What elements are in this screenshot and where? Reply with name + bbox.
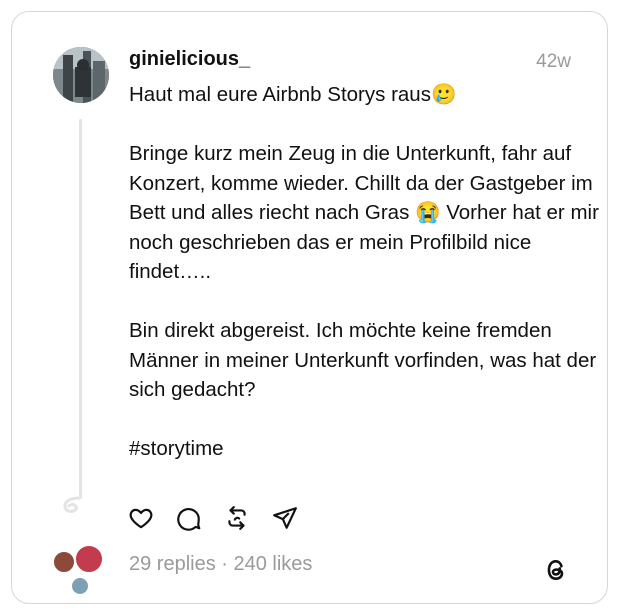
post-card: ginielicious_ 42w Haut mal eure Airbnb S… <box>11 11 608 604</box>
heart-icon[interactable] <box>128 505 154 531</box>
replier-avatar[interactable] <box>74 544 104 574</box>
repost-icon[interactable] <box>224 505 250 531</box>
post-timestamp: 42w <box>536 51 571 72</box>
action-bar <box>128 505 298 531</box>
thread-line <box>79 119 82 499</box>
replier-avatars <box>52 544 112 602</box>
avatar[interactable] <box>53 47 109 103</box>
threads-logo-icon[interactable] <box>543 557 569 583</box>
share-icon[interactable] <box>272 505 298 531</box>
thread-curl-icon <box>63 496 81 513</box>
replier-avatar[interactable] <box>70 576 90 596</box>
username[interactable]: ginielicious_ <box>129 48 250 71</box>
reply-like-stats[interactable]: 29 replies · 240 likes <box>129 553 312 576</box>
post-text: Haut mal eure Airbnb Storys raus🥲 Bringe… <box>129 83 599 460</box>
comment-icon[interactable] <box>176 505 202 531</box>
replier-avatar[interactable] <box>52 550 76 574</box>
